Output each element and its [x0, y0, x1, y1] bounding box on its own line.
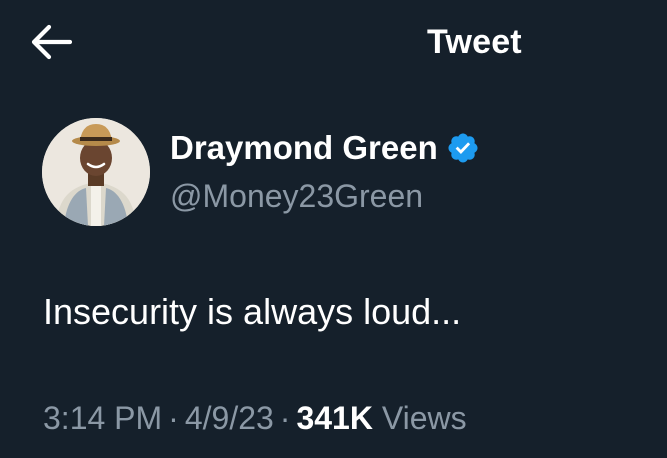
views-count: 341K — [296, 400, 373, 436]
tweet-text: Insecurity is always loud... — [43, 291, 462, 332]
back-button[interactable] — [30, 22, 78, 62]
header-bar: Tweet — [0, 0, 667, 86]
meta-separator: · — [279, 400, 291, 436]
tweet-time[interactable]: 3:14 PM — [43, 400, 162, 436]
views-link[interactable]: 341K Views — [296, 400, 466, 436]
display-name[interactable]: Draymond Green — [170, 128, 438, 168]
arrow-left-icon — [31, 24, 72, 60]
verified-badge-icon — [448, 133, 478, 163]
avatar-image — [42, 118, 150, 226]
views-label: Views — [381, 400, 467, 436]
display-name-row: Draymond Green — [170, 128, 480, 168]
tweet-metadata: 3:14 PM · 4/9/23 · 341K Views — [43, 398, 467, 438]
user-handle[interactable]: @Money23Green — [170, 176, 423, 216]
avatar[interactable] — [42, 118, 150, 226]
page-title: Tweet — [427, 23, 522, 61]
meta-separator: · — [168, 400, 179, 436]
tweet-date[interactable]: 4/9/23 — [185, 400, 274, 436]
tweet-author: Draymond Green @Money23Green — [42, 118, 642, 228]
